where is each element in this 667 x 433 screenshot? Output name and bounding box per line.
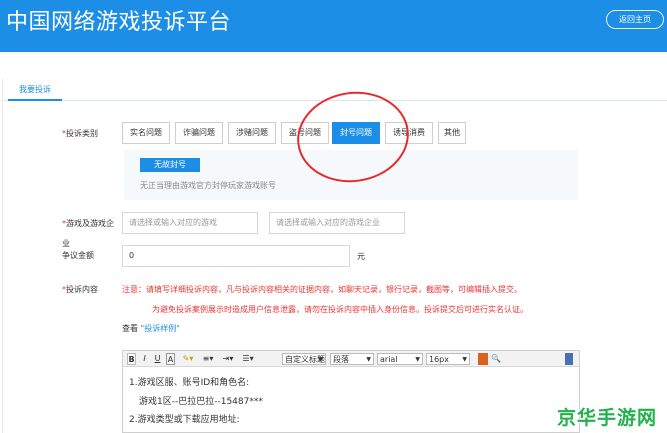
category-label: *投诉类别	[62, 129, 98, 138]
amount-label: 争议金额	[62, 251, 94, 260]
italic-button[interactable]: I	[140, 353, 149, 365]
editor-line-1: 1.游戏区服、账号ID和角色名:	[129, 378, 250, 388]
notice-line-1: 注意：请填写详细投诉内容，凡与投诉内容相关的证据内容，如聊天记录，银行记录，截图…	[122, 285, 522, 294]
fullscreen-icon[interactable]	[565, 353, 573, 365]
font-color-button[interactable]: A	[166, 353, 175, 365]
amount-unit: 元	[357, 252, 365, 261]
watermark-logo: 京华手游网	[557, 407, 658, 429]
sub-category-description: 无正当理由游戏官方封停玩家游戏账号	[140, 181, 276, 190]
underline-button[interactable]: U	[153, 353, 162, 365]
size-select[interactable]: 16px ▼	[426, 353, 470, 365]
align-icon[interactable]: ≡▾	[200, 353, 216, 365]
paragraph-select[interactable]: 段落 ▼	[330, 353, 374, 365]
editor-line-2: 游戏1区--巴拉巴拉--15487***	[139, 397, 263, 407]
indent-icon[interactable]: ⇥▾	[220, 353, 236, 365]
home-button[interactable]: 返回主页	[606, 10, 664, 29]
content-label: *投诉内容	[62, 285, 98, 294]
game-label-cont: 业	[62, 239, 70, 248]
view-sample-link: 查看 "投诉样例"	[122, 324, 180, 333]
editor-line-3: 2.游戏类型或下载应用地址:	[129, 415, 240, 425]
site-header: 中国网络游戏投诉平台 返回主页	[0, 0, 667, 52]
search-icon[interactable]: 🔍	[491, 353, 501, 365]
custom-title-select[interactable]: 自定义标题 ▼	[282, 353, 326, 365]
site-title: 中国网络游戏投诉平台	[6, 10, 232, 35]
font-select[interactable]: arial ▼	[377, 353, 423, 365]
amount-input[interactable]: 0	[122, 245, 350, 267]
image-icon[interactable]	[478, 353, 488, 365]
editor-toolbar: B I U A ✎▾ ≡▾ ⇥▾ ☰▾ 自定义标题 ▼ 段落 ▼ arial ▼ 16…	[123, 351, 579, 367]
category-button-other[interactable]: 其他	[438, 122, 466, 144]
sub-category-tag[interactable]: 无故封号	[140, 158, 200, 172]
highlight-icon[interactable]: ✎▾	[180, 353, 196, 365]
list-icon[interactable]: ☰▾	[240, 353, 256, 365]
category-button-realname[interactable]: 实名问题	[122, 122, 170, 144]
notice-line-2: 为避免投诉案例展示时造成用户信息泄露，请勿在投诉内容中插入身份信息。投诉提交后可…	[152, 305, 528, 314]
category-button-gambling[interactable]: 涉赌问题	[228, 122, 276, 144]
sample-link[interactable]: "投诉样例"	[141, 324, 180, 333]
company-input[interactable]: 请选择或输入对应的游戏企业	[269, 212, 405, 234]
category-button-fraud[interactable]: 诈骗问题	[175, 122, 223, 144]
rich-text-editor[interactable]: B I U A ✎▾ ≡▾ ⇥▾ ☰▾ 自定义标题 ▼ 段落 ▼ arial ▼ 16…	[122, 350, 580, 433]
game-label: *游戏及游戏企	[62, 219, 114, 228]
bold-button[interactable]: B	[127, 353, 136, 365]
notice-label: 注意：	[122, 285, 146, 294]
tab-complain[interactable]: 我要投诉	[8, 79, 62, 101]
game-input[interactable]: 请选择或输入对应的游戏	[122, 212, 258, 234]
